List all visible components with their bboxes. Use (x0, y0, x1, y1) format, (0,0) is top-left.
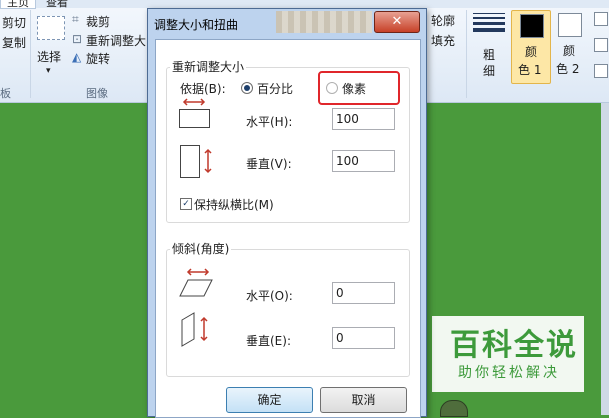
keep-ratio-label[interactable]: 保持纵横比(M) (194, 196, 274, 213)
resize-button[interactable]: 重新调整大 (86, 32, 146, 49)
clipboard-group-label: 板 (0, 87, 11, 100)
percent-label[interactable]: 百分比 (257, 80, 293, 97)
horizontal-resize-icon (179, 98, 210, 128)
palette-swatch[interactable] (594, 38, 608, 52)
select-icon[interactable] (37, 16, 65, 40)
titlebar-background (276, 11, 372, 33)
size-label-2[interactable]: 细 (483, 62, 495, 79)
image-group-label: 图像 (86, 87, 108, 100)
skew-horizontal-label: 水平(O): (246, 289, 293, 303)
skew-horizontal-input[interactable]: 0 (332, 282, 395, 304)
color1-label-1: 颜 (525, 45, 538, 59)
cut-button[interactable]: 剪切 (2, 14, 26, 31)
annotation-highlight-box (318, 71, 400, 105)
crop-icon: ⌗ (72, 12, 79, 26)
ok-button[interactable]: 确定 (226, 387, 313, 413)
color1-label-2: 色 1 (518, 63, 542, 77)
ribbon-tabstrip: 主页 查看 (0, 0, 609, 9)
skew-legend: 倾斜(角度) (170, 240, 232, 257)
outline-button[interactable]: 轮廓 (431, 12, 455, 29)
skew-vertical-label: 垂直(E): (246, 334, 291, 348)
vertical-scrollbar[interactable] (601, 103, 609, 415)
resize-skew-dialog: 调整大小和扭曲 ✕ 重新调整大小 依据(B): 百分比 像素 水平(H): 10… (147, 8, 427, 418)
percent-radio[interactable] (241, 82, 253, 94)
resize-icon: ⊡ (72, 32, 83, 46)
color1-swatch (520, 14, 544, 38)
watermark-subtitle: 助你轻松解决 (458, 365, 560, 381)
resize-horizontal-input[interactable]: 100 (332, 108, 395, 130)
resize-vertical-label: 垂直(V): (246, 157, 292, 171)
skew-vertical-input[interactable]: 0 (332, 327, 395, 349)
ribbon-separator (466, 10, 467, 98)
watermark-title: 百科全说 (450, 328, 578, 363)
color1-button[interactable]: 颜 色 1 (511, 10, 551, 84)
vertical-skew-icon (181, 312, 208, 347)
resize-vertical-input[interactable]: 100 (332, 150, 395, 172)
palette-swatch[interactable] (594, 12, 608, 26)
dialog-title: 调整大小和扭曲 (154, 18, 239, 32)
size-label-1[interactable]: 粗 (483, 46, 495, 63)
rotate-icon: ◭ (72, 50, 82, 64)
fill-button[interactable]: 填充 (431, 32, 455, 49)
cancel-button[interactable]: 取消 (320, 387, 407, 413)
horizontal-skew-icon (179, 268, 213, 297)
watermark: 百科全说 助你轻松解决 (432, 316, 584, 392)
color2-label-1: 颜 (563, 44, 576, 58)
resize-legend: 重新调整大小 (170, 58, 247, 75)
ribbon-separator (30, 10, 31, 98)
select-dropdown-icon[interactable]: ▾ (46, 66, 51, 76)
by-label: 依据(B): (180, 82, 226, 96)
line-size-icon[interactable] (473, 10, 505, 35)
copy-button[interactable]: 复制 (2, 34, 26, 51)
resize-horizontal-label: 水平(H): (246, 115, 293, 129)
keep-ratio-checkbox[interactable]: ✓ (180, 198, 192, 210)
tab-home[interactable]: 主页 (0, 0, 36, 9)
turtle-image-fragment (440, 400, 468, 417)
close-button[interactable]: ✕ (374, 11, 420, 33)
rotate-button[interactable]: 旋转 (86, 50, 110, 67)
color2-label-2: 色 2 (556, 62, 580, 76)
color2-swatch (558, 13, 582, 37)
color2-button[interactable]: 颜 色 2 (552, 10, 588, 82)
vertical-resize-icon (180, 145, 212, 178)
palette-swatch[interactable] (594, 64, 608, 78)
select-button[interactable]: 选择 (37, 48, 61, 65)
tab-view[interactable]: 查看 (40, 0, 74, 9)
crop-button[interactable]: 裁剪 (86, 13, 110, 30)
dialog-client: 重新调整大小 依据(B): 百分比 像素 水平(H): 100 垂直(V): 1… (155, 39, 421, 418)
